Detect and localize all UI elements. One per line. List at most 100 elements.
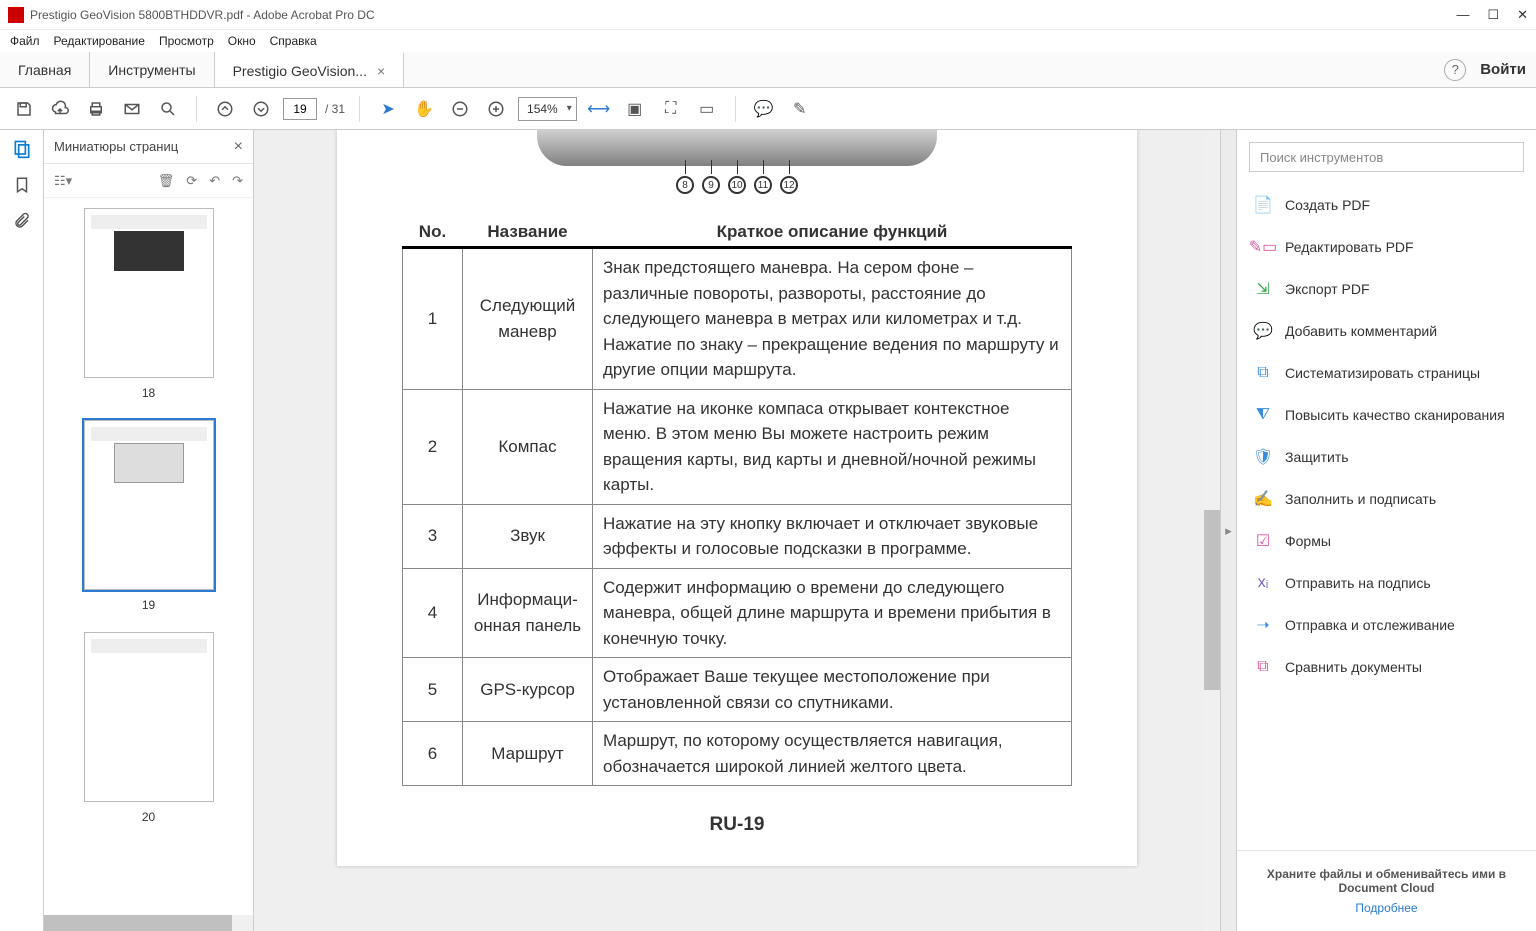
search-icon[interactable]	[154, 95, 182, 123]
cell-no: 4	[403, 568, 463, 658]
tool-item[interactable]: ☑Формы	[1237, 520, 1536, 562]
tool-item[interactable]: ⇲Экспорт PDF	[1237, 268, 1536, 310]
menu-help[interactable]: Справка	[270, 34, 317, 48]
page-number-input[interactable]	[283, 98, 317, 120]
tab-home[interactable]: Главная	[0, 52, 90, 87]
tool-item[interactable]: 🛡Защитить	[1237, 436, 1536, 478]
tool-item[interactable]: 📄Создать PDF	[1237, 184, 1536, 226]
feature-table: No. Название Краткое описание функций 1С…	[402, 218, 1072, 786]
cell-no: 5	[403, 658, 463, 722]
th-no: No.	[403, 218, 463, 248]
login-button[interactable]: Войти	[1480, 61, 1526, 78]
tool-item[interactable]: ⧨Повысить качество сканирования	[1237, 394, 1536, 436]
tools-search-input[interactable]: Поиск инструментов	[1249, 142, 1524, 172]
tools-search-placeholder: Поиск инструментов	[1260, 150, 1383, 165]
tool-item[interactable]: xᵢОтправить на подпись	[1237, 562, 1536, 604]
rotate-page-icon[interactable]: ⟳	[186, 173, 197, 189]
tool-item-label: Экспорт PDF	[1285, 281, 1370, 297]
tool-item-icon: ☑	[1253, 531, 1273, 551]
thumbnails-header: Миниатюры страниц ×	[44, 130, 253, 164]
thumbnail-18[interactable]	[84, 208, 214, 378]
fit-page-icon[interactable]: ▣	[621, 95, 649, 123]
tool-item[interactable]: ✎▭Редактировать PDF	[1237, 226, 1536, 268]
th-name: Название	[463, 218, 593, 248]
tool-item[interactable]: ✍Заполнить и подписать	[1237, 478, 1536, 520]
menubar: Файл Редактирование Просмотр Окно Справк…	[0, 30, 1536, 52]
tool-item-label: Повысить качество сканирования	[1285, 407, 1505, 423]
attachment-icon[interactable]	[11, 210, 33, 232]
select-tool-icon[interactable]: ➤	[374, 95, 402, 123]
comment-icon[interactable]: 💬	[750, 95, 778, 123]
tool-item[interactable]: ⧉Систематизировать страницы	[1237, 352, 1536, 394]
tool-item-label: Защитить	[1285, 449, 1349, 465]
minimize-button[interactable]: —	[1456, 7, 1469, 23]
close-panel-icon[interactable]: ×	[234, 138, 243, 156]
tool-item-icon: ✎▭	[1253, 237, 1273, 257]
callout-pins: 8 9 10 11 12	[357, 176, 1117, 194]
cell-name: Компас	[463, 389, 593, 504]
thumbnails-list[interactable]: 18 19 20	[44, 198, 253, 915]
tab-document[interactable]: Prestigio GeoVision... ×	[215, 52, 405, 87]
maximize-button[interactable]: ☐	[1487, 7, 1499, 23]
tool-item-label: Добавить комментарий	[1285, 323, 1437, 339]
thumbnail-20[interactable]	[84, 632, 214, 802]
read-mode-icon[interactable]: ▭	[693, 95, 721, 123]
cell-no: 6	[403, 722, 463, 786]
pin-8: 8	[676, 176, 694, 194]
zoom-in-icon[interactable]	[482, 95, 510, 123]
right-panel-toggle[interactable]: ▸	[1220, 130, 1236, 931]
thumbnail-num-18: 18	[44, 386, 253, 400]
fit-width-icon[interactable]: ⟷	[585, 95, 613, 123]
zoom-select[interactable]: 154%	[518, 97, 577, 121]
cell-no: 2	[403, 389, 463, 504]
cell-desc: Маршрут, по которому осуществляется нави…	[593, 722, 1072, 786]
hand-tool-icon[interactable]: ✋	[410, 95, 438, 123]
tool-item-icon: 💬	[1253, 321, 1273, 341]
mail-icon[interactable]	[118, 95, 146, 123]
print-icon[interactable]	[82, 95, 110, 123]
tool-item[interactable]: ➝Отправка и отслеживание	[1237, 604, 1536, 646]
cell-no: 1	[403, 248, 463, 390]
document-area[interactable]: 8 9 10 11 12 No. Название Краткое описан…	[254, 130, 1220, 931]
save-icon[interactable]	[10, 95, 38, 123]
tool-item[interactable]: ⧉Сравнить документы	[1237, 646, 1536, 688]
tab-tools[interactable]: Инструменты	[90, 52, 214, 87]
thumbnails-icon[interactable]	[11, 138, 33, 160]
tool-item-icon: ➝	[1253, 615, 1273, 635]
close-button[interactable]: ✕	[1517, 7, 1528, 23]
table-row: 2КомпасНажатие на иконке компаса открыва…	[403, 389, 1072, 504]
tool-item[interactable]: 💬 Добавить комментарий	[1237, 310, 1536, 352]
footer-more-link[interactable]: Подробнее	[1249, 901, 1524, 915]
cell-name: Звук	[463, 504, 593, 568]
options-icon[interactable]: ☷▾	[54, 173, 72, 189]
page-up-icon[interactable]	[211, 95, 239, 123]
thumbnail-19[interactable]	[84, 420, 214, 590]
fullscreen-icon[interactable]: ⛶	[657, 95, 685, 123]
tool-item-label: Заполнить и подписать	[1285, 491, 1436, 507]
table-row: 5GPS-курсорОтображает Ваше текущее место…	[403, 658, 1072, 722]
highlight-icon[interactable]: ✎	[786, 95, 814, 123]
footer-text: Храните файлы и обменивайтесь ими в Docu…	[1249, 867, 1524, 895]
page-total-label: / 31	[325, 102, 345, 116]
menu-file[interactable]: Файл	[10, 34, 40, 48]
tool-item-label: Отправить на подпись	[1285, 575, 1431, 591]
tab-close-icon[interactable]: ×	[377, 63, 385, 79]
page-down-icon[interactable]	[247, 95, 275, 123]
menu-view[interactable]: Просмотр	[159, 34, 214, 48]
zoom-out-icon[interactable]	[446, 95, 474, 123]
bookmark-icon[interactable]	[11, 174, 33, 196]
menu-window[interactable]: Окно	[228, 34, 256, 48]
zoom-value: 154%	[527, 102, 558, 116]
thumb-h-scrollbar[interactable]	[44, 915, 253, 931]
tool-item-label: Создать PDF	[1285, 197, 1370, 213]
tool-item-icon: ⧉	[1253, 363, 1273, 383]
doc-v-scrollbar[interactable]	[1204, 130, 1220, 931]
menu-edit[interactable]: Редактирование	[54, 34, 145, 48]
cell-no: 3	[403, 504, 463, 568]
cell-name: Следующий маневр	[463, 248, 593, 390]
redo-icon[interactable]: ↷	[232, 173, 243, 189]
delete-page-icon[interactable]: 🗑	[158, 173, 175, 189]
cloud-upload-icon[interactable]	[46, 95, 74, 123]
help-icon[interactable]: ?	[1444, 59, 1466, 81]
undo-icon[interactable]: ↶	[209, 173, 220, 189]
